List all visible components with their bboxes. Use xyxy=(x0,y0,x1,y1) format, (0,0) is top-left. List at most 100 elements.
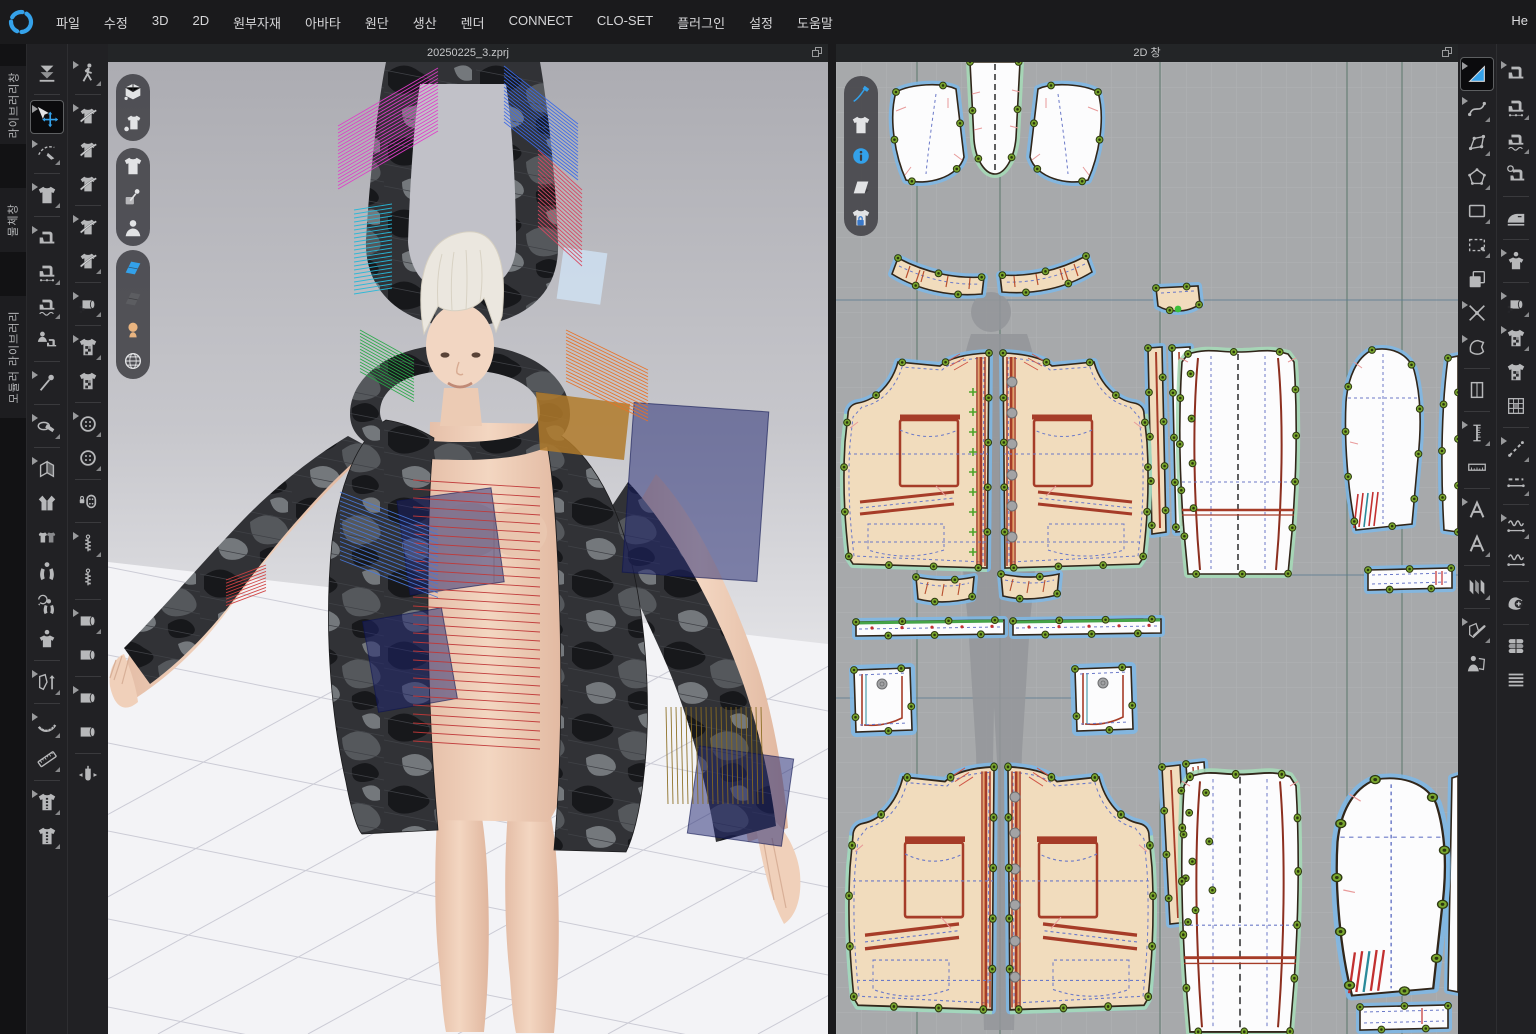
float-3d-window-button[interactable] xyxy=(810,46,824,60)
rectangle-pattern-tool-icon[interactable] xyxy=(1461,195,1493,227)
buttonhole-lock-tool-icon[interactable] xyxy=(72,485,104,517)
pattern-edge-fragment[interactable] xyxy=(1442,356,1458,532)
arrange-pieces-tool-icon[interactable] xyxy=(31,521,63,553)
garment-tape-tool-icon[interactable] xyxy=(31,820,63,852)
dart-tool-icon[interactable] xyxy=(1461,374,1493,406)
clone-pattern-tool-icon[interactable] xyxy=(1461,263,1493,295)
menu-closet[interactable]: CLO-SET xyxy=(585,7,665,38)
menu-help[interactable]: 도움말 xyxy=(785,7,845,38)
menu-production[interactable]: 생산 xyxy=(401,7,449,38)
zipper-tool-1-icon[interactable] xyxy=(72,528,104,560)
tuck-garment-tool-1-icon[interactable] xyxy=(72,211,104,243)
pattern-sleeve[interactable] xyxy=(1345,349,1420,530)
edit-sewing-tool-icon[interactable] xyxy=(1500,159,1532,191)
show-3d-garment-toggle-icon[interactable] xyxy=(122,112,144,134)
trim-garment-tool-1-icon[interactable] xyxy=(72,100,104,132)
ruler-measure-tool-icon[interactable] xyxy=(31,743,63,775)
trace-pattern-tool-icon[interactable] xyxy=(1461,229,1493,261)
tab-modular-library[interactable]: 모듈러 라이브러리 xyxy=(0,296,26,418)
transform-pattern-tool-icon[interactable] xyxy=(1460,57,1494,91)
fabric-pen-tool-icon[interactable] xyxy=(31,410,63,442)
show-3d-objects-toggle-icon[interactable] xyxy=(122,81,144,103)
fit-to-avatar-tool-icon[interactable] xyxy=(31,623,63,655)
pin-tool-icon[interactable] xyxy=(31,367,63,399)
select-brush-tool-icon[interactable] xyxy=(31,136,63,168)
seam-taping-tool-icon[interactable] xyxy=(1500,467,1532,499)
cut-sew-tool-icon[interactable] xyxy=(1461,297,1493,329)
menu-settings[interactable]: 설정 xyxy=(737,7,785,38)
float-2d-window-button[interactable] xyxy=(1440,46,1454,60)
pattern-info-toggle-icon[interactable] xyxy=(850,145,872,167)
avatar-skin-toggle-icon[interactable] xyxy=(122,319,144,341)
mesh-surface-toggle-icon[interactable] xyxy=(122,288,144,310)
fabric-roll-tool-3-icon[interactable] xyxy=(72,682,104,714)
fullness-tool-icon[interactable] xyxy=(1500,587,1532,619)
basting-tool-icon[interactable] xyxy=(1500,433,1532,465)
texture-shirt-tool-2-icon[interactable] xyxy=(72,365,104,397)
menu-edit[interactable]: 수정 xyxy=(92,7,140,38)
menu-2d[interactable]: 2D xyxy=(180,7,221,38)
seam-ruler-tool-icon[interactable] xyxy=(1461,451,1493,483)
menu-3d[interactable]: 3D xyxy=(140,7,181,38)
pattern-pocket-flap[interactable] xyxy=(916,577,974,602)
fabric-roll-tool-1-icon[interactable] xyxy=(72,605,104,637)
menu-trims[interactable]: 원부자재 xyxy=(221,7,293,38)
layout-stack-tool-icon[interactable] xyxy=(1500,664,1532,696)
viewport-2d-canvas[interactable] xyxy=(836,62,1458,1034)
menubar-right-text[interactable]: He xyxy=(1511,13,1528,28)
wrap-arrangement-tool-icon[interactable] xyxy=(31,555,63,587)
texture-roll-2d-tool-icon[interactable] xyxy=(1500,288,1532,320)
pattern-back-bodice[interactable] xyxy=(1180,351,1296,574)
segment-sewing-2d-tool-icon[interactable] xyxy=(1500,57,1532,89)
avatar-pattern-tool-icon[interactable] xyxy=(1461,648,1493,680)
garment-measure-tool-icon[interactable] xyxy=(31,786,63,818)
menu-render[interactable]: 렌더 xyxy=(449,7,497,38)
rotate-wrap-tool-icon[interactable] xyxy=(31,589,63,621)
mn-sewing-2d-tool-icon[interactable] xyxy=(1500,125,1532,157)
texture-shirt-tool-1-icon[interactable] xyxy=(72,331,104,363)
fold-arrangement-tool-icon[interactable] xyxy=(31,453,63,485)
puckering-tool-2-icon[interactable] xyxy=(1500,544,1532,576)
show-avatar-toggle-icon[interactable] xyxy=(122,217,144,239)
show-2d-garment-toggle-icon[interactable] xyxy=(850,114,872,136)
edit-curvature-tool-icon[interactable] xyxy=(1461,93,1493,125)
tab-library-window[interactable]: 라이브러리창 xyxy=(0,66,26,144)
grid-texture-tool-icon[interactable] xyxy=(1500,390,1532,422)
simulate-tool-icon[interactable] xyxy=(31,57,63,89)
texture-shirt-2d-tool-2-icon[interactable] xyxy=(1500,356,1532,388)
zipper-tool-2-icon[interactable] xyxy=(72,562,104,594)
polygon-pattern-tool-icon[interactable] xyxy=(1461,161,1493,193)
text-tool-icon[interactable] xyxy=(1461,494,1493,526)
edit-stitch-pen-toggle-icon[interactable] xyxy=(850,83,872,105)
fabric-roll-tool-2-icon[interactable] xyxy=(72,639,104,671)
pleats-tool-icon[interactable] xyxy=(1461,571,1493,603)
notch-ruler-tool-icon[interactable] xyxy=(1461,417,1493,449)
solid-shirt-tool-icon[interactable] xyxy=(1500,245,1532,277)
segment-sewing-tool-icon[interactable] xyxy=(31,222,63,254)
binding-tool-icon[interactable] xyxy=(72,759,104,791)
pin-garment-tool-icon[interactable] xyxy=(31,179,63,211)
fabric-roll-tool-4-icon[interactable] xyxy=(72,716,104,748)
quilting-tool-icon[interactable] xyxy=(1500,630,1532,662)
buttonhole-tool-icon[interactable] xyxy=(72,442,104,474)
trim-garment-tool-2-icon[interactable] xyxy=(72,134,104,166)
pattern-pocket-flap[interactable] xyxy=(1001,574,1059,599)
menu-fabric[interactable]: 원단 xyxy=(353,7,401,38)
show-fabric-sheet-toggle-icon[interactable] xyxy=(850,176,872,198)
tab-object-window[interactable]: 물체창 xyxy=(0,188,26,252)
select-move-tool-icon[interactable] xyxy=(30,100,64,134)
walk-animation-tool-icon[interactable] xyxy=(72,57,104,89)
viewport-3d-canvas[interactable] xyxy=(108,62,828,1034)
menu-avatar[interactable]: 아바타 xyxy=(293,7,353,38)
texture-shirt-2d-tool-1-icon[interactable] xyxy=(1500,322,1532,354)
show-pins-toggle-icon[interactable] xyxy=(122,186,144,208)
menu-connect[interactable]: CONNECT xyxy=(497,7,585,38)
pattern-pocket-square[interactable] xyxy=(854,668,912,732)
show-garment-toggle-icon[interactable] xyxy=(122,155,144,177)
tuck-garment-tool-2-icon[interactable] xyxy=(72,245,104,277)
textured-surface-toggle-icon[interactable] xyxy=(122,257,144,279)
fabric-texture-roll-tool-icon[interactable] xyxy=(72,288,104,320)
trim-garment-tool-3-icon[interactable] xyxy=(72,168,104,200)
menu-plugin[interactable]: 플러그인 xyxy=(665,7,737,38)
menu-file[interactable]: 파일 xyxy=(44,7,92,38)
